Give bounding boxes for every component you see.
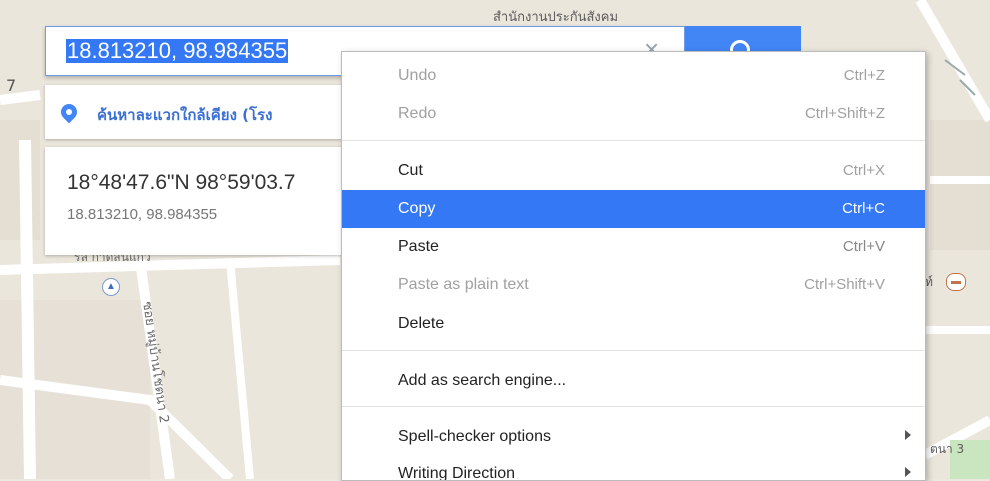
map-label-top: สำนักงานประกันสังคม (493, 10, 619, 25)
menu-separator (342, 350, 925, 351)
location-pin-icon (57, 100, 81, 124)
menu-item-paste-plain-text[interactable]: Paste as plain text Ctrl+Shift+V (342, 266, 925, 304)
search-nearby-label[interactable]: ค้นหาละแวกใกล้เคียง (โรง (97, 103, 272, 127)
coordinates-card[interactable]: 18°48'47.6"N 98°59'03.7 18.813210, 98.98… (45, 147, 345, 255)
coordinates-dms: 18°48'47.6"N 98°59'03.7 (67, 171, 296, 194)
menu-item-label: Copy (398, 200, 436, 217)
menu-item-writing-direction[interactable]: Writing Direction (342, 455, 925, 480)
coordinates-decimal: 18.813210, 98.984355 (67, 206, 218, 223)
context-menu: Undo Ctrl+Z Redo Ctrl+Shift+Z Cut Ctrl+X… (341, 51, 926, 481)
map-label-right-fragment: ท์ (925, 275, 933, 289)
menu-item-shortcut: Ctrl+V (842, 238, 885, 255)
search-input[interactable]: 18.813210, 98.984355 (66, 39, 289, 63)
menu-item-delete[interactable]: Delete (342, 305, 925, 343)
menu-item-undo[interactable]: Undo Ctrl+Z (342, 57, 925, 95)
menu-item-label: Redo (398, 105, 437, 122)
menu-item-shortcut: Ctrl+C (842, 200, 885, 217)
submenu-arrow-icon (905, 430, 911, 440)
menu-item-redo[interactable]: Redo Ctrl+Shift+Z (342, 95, 925, 133)
menu-item-label: Add as search engine... (398, 372, 567, 389)
menu-item-add-search-engine[interactable]: Add as search engine... (342, 362, 925, 400)
menu-item-label: Delete (398, 315, 445, 332)
menu-item-label: Cut (398, 162, 423, 179)
menu-separator (342, 406, 925, 407)
submenu-arrow-icon (905, 467, 911, 477)
map-label-road: ตนา 3 (930, 442, 965, 456)
menu-item-copy[interactable]: Copy Ctrl+C (342, 190, 925, 228)
menu-item-cut[interactable]: Cut Ctrl+X (342, 152, 925, 190)
hotel-poi-icon[interactable]: ▬ (946, 273, 966, 291)
menu-item-shortcut: Ctrl+Shift+V (804, 276, 885, 293)
search-nearby-card[interactable]: ค้นหาละแวกใกล้เคียง (โรง (45, 85, 345, 139)
school-poi-icon[interactable]: ▲ (102, 278, 120, 296)
menu-item-label: Paste as plain text (398, 276, 529, 293)
menu-item-label: Paste (398, 238, 439, 255)
menu-item-label: Spell-checker options (398, 428, 551, 445)
menu-item-label: Undo (398, 67, 437, 84)
menu-item-shortcut: Ctrl+Shift+Z (804, 105, 885, 122)
menu-item-shortcut: Ctrl+Z (843, 67, 885, 84)
menu-item-paste[interactable]: Paste Ctrl+V (342, 228, 925, 266)
map-label-left: 7 (6, 76, 17, 95)
menu-item-shortcut: Ctrl+X (842, 162, 885, 179)
menu-separator (342, 140, 925, 141)
menu-item-spell-checker-options[interactable]: Spell-checker options (342, 418, 925, 456)
